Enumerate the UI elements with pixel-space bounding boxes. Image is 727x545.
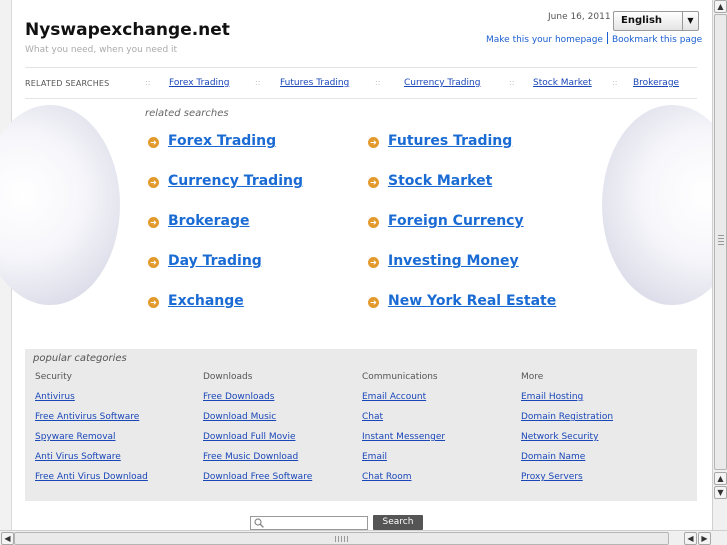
category-link[interactable]: Proxy Servers (521, 472, 583, 482)
bookmark-link[interactable]: Bookmark this page (612, 35, 702, 45)
arrow-right-icon: ➜ (148, 137, 159, 148)
category-link[interactable]: Anti Virus Software (35, 452, 121, 462)
site-title[interactable]: Nyswapexchange.net (25, 20, 230, 40)
arrow-right-icon: ➜ (368, 217, 379, 228)
arrow-right-icon: ➜ (148, 217, 159, 228)
date-label: June 16, 2011 (548, 12, 611, 22)
bar-link-futures-trading[interactable]: Futures Trading (280, 78, 349, 88)
arrow-right-icon: ➜ (148, 257, 159, 268)
arrow-right-icon: ➜ (368, 257, 379, 268)
category-link[interactable]: Email (362, 452, 387, 462)
category-link[interactable]: Chat Room (362, 472, 412, 482)
bar-link-brokerage[interactable]: Brokerage (633, 78, 679, 88)
category-link[interactable]: Free Downloads (203, 392, 274, 402)
category-link[interactable]: Download Free Software (203, 472, 312, 482)
bar-separator: :: (145, 78, 151, 87)
horizontal-scrollbar[interactable]: ◀ ◀ ▶ (0, 530, 727, 545)
category-link[interactable]: Chat (362, 412, 383, 422)
related-link-brokerage[interactable]: Brokerage (168, 213, 250, 229)
related-link-currency-trading[interactable]: Currency Trading (168, 173, 303, 189)
bar-separator: :: (375, 78, 381, 87)
related-searches-label: related searches (145, 108, 229, 119)
category-link[interactable]: Domain Name (521, 452, 585, 462)
category-heading-downloads: Downloads (203, 372, 253, 382)
popular-categories-panel: popular categories Security Antivirus Fr… (25, 349, 697, 501)
horizontal-scroll-thumb[interactable] (14, 532, 669, 545)
header-link-divider (606, 32, 608, 44)
category-link[interactable]: Download Music (203, 412, 276, 422)
scroll-down-icon[interactable]: ▼ (714, 486, 727, 499)
scroll-right-icon[interactable]: ▶ (698, 532, 711, 545)
category-link[interactable]: Download Full Movie (203, 432, 295, 442)
related-link-foreign-currency[interactable]: Foreign Currency (388, 213, 524, 229)
arrow-right-icon: ➜ (148, 177, 159, 188)
search-icon (254, 518, 264, 528)
search-button[interactable]: Search (373, 515, 423, 530)
make-homepage-link[interactable]: Make this your homepage (486, 35, 603, 45)
category-link[interactable]: Free Anti Virus Download (35, 472, 148, 482)
bar-link-currency-trading[interactable]: Currency Trading (404, 78, 480, 88)
scroll-grip-icon (718, 235, 724, 247)
related-searches-bar: RELATED SEARCHES :: Forex Trading :: Fut… (25, 67, 697, 99)
chevron-down-icon[interactable]: ▼ (682, 12, 698, 30)
category-link[interactable]: Free Music Download (203, 452, 298, 462)
bar-separator: :: (509, 78, 515, 87)
scroll-left-icon[interactable]: ◀ (684, 532, 697, 545)
category-link[interactable]: Email Account (362, 392, 426, 402)
scroll-up-icon[interactable]: ▲ (714, 0, 727, 13)
site-tagline: What you need, when you need it (25, 45, 178, 55)
bar-link-forex-trading[interactable]: Forex Trading (169, 78, 229, 88)
vertical-scroll-thumb[interactable] (714, 14, 727, 470)
category-link[interactable]: Email Hosting (521, 392, 583, 402)
scroll-left-icon[interactable]: ◀ (1, 532, 14, 545)
related-link-futures-trading[interactable]: Futures Trading (388, 133, 512, 149)
related-link-forex-trading[interactable]: Forex Trading (168, 133, 276, 149)
category-heading-communications: Communications (362, 372, 438, 382)
related-link-new-york-real-estate[interactable]: New York Real Estate (388, 293, 556, 309)
scroll-up-icon[interactable]: ▲ (714, 472, 727, 485)
category-link[interactable]: Instant Messenger (362, 432, 445, 442)
language-select-value: English (621, 15, 663, 26)
related-link-stock-market[interactable]: Stock Market (388, 173, 492, 189)
search-input[interactable] (250, 516, 368, 530)
related-link-investing-money[interactable]: Investing Money (388, 253, 519, 269)
related-link-day-trading[interactable]: Day Trading (168, 253, 262, 269)
category-link[interactable]: Free Antivirus Software (35, 412, 139, 422)
language-select[interactable]: English ▼ (613, 11, 699, 31)
arrow-right-icon: ➜ (368, 297, 379, 308)
category-link[interactable]: Spyware Removal (35, 432, 116, 442)
decorative-orb-right (602, 105, 727, 305)
category-link[interactable]: Domain Registration (521, 412, 613, 422)
related-searches-bar-title: RELATED SEARCHES (25, 79, 110, 88)
bar-link-stock-market[interactable]: Stock Market (533, 78, 592, 88)
category-link[interactable]: Network Security (521, 432, 598, 442)
category-heading-more: More (521, 372, 544, 382)
bar-separator: :: (255, 78, 261, 87)
arrow-right-icon: ➜ (368, 137, 379, 148)
category-link[interactable]: Antivirus (35, 392, 75, 402)
arrow-right-icon: ➜ (368, 177, 379, 188)
bar-separator: :: (612, 78, 618, 87)
vertical-scrollbar[interactable]: ▲ ▲ ▼ (712, 0, 727, 530)
popular-categories-title: popular categories (33, 353, 127, 364)
decorative-orb-left (0, 105, 120, 305)
arrow-right-icon: ➜ (148, 297, 159, 308)
category-heading-security: Security (35, 372, 72, 382)
scroll-grip-icon (335, 536, 349, 542)
header-links: Make this your homepage Bookmark this pag… (486, 32, 702, 45)
related-link-exchange[interactable]: Exchange (168, 293, 244, 309)
